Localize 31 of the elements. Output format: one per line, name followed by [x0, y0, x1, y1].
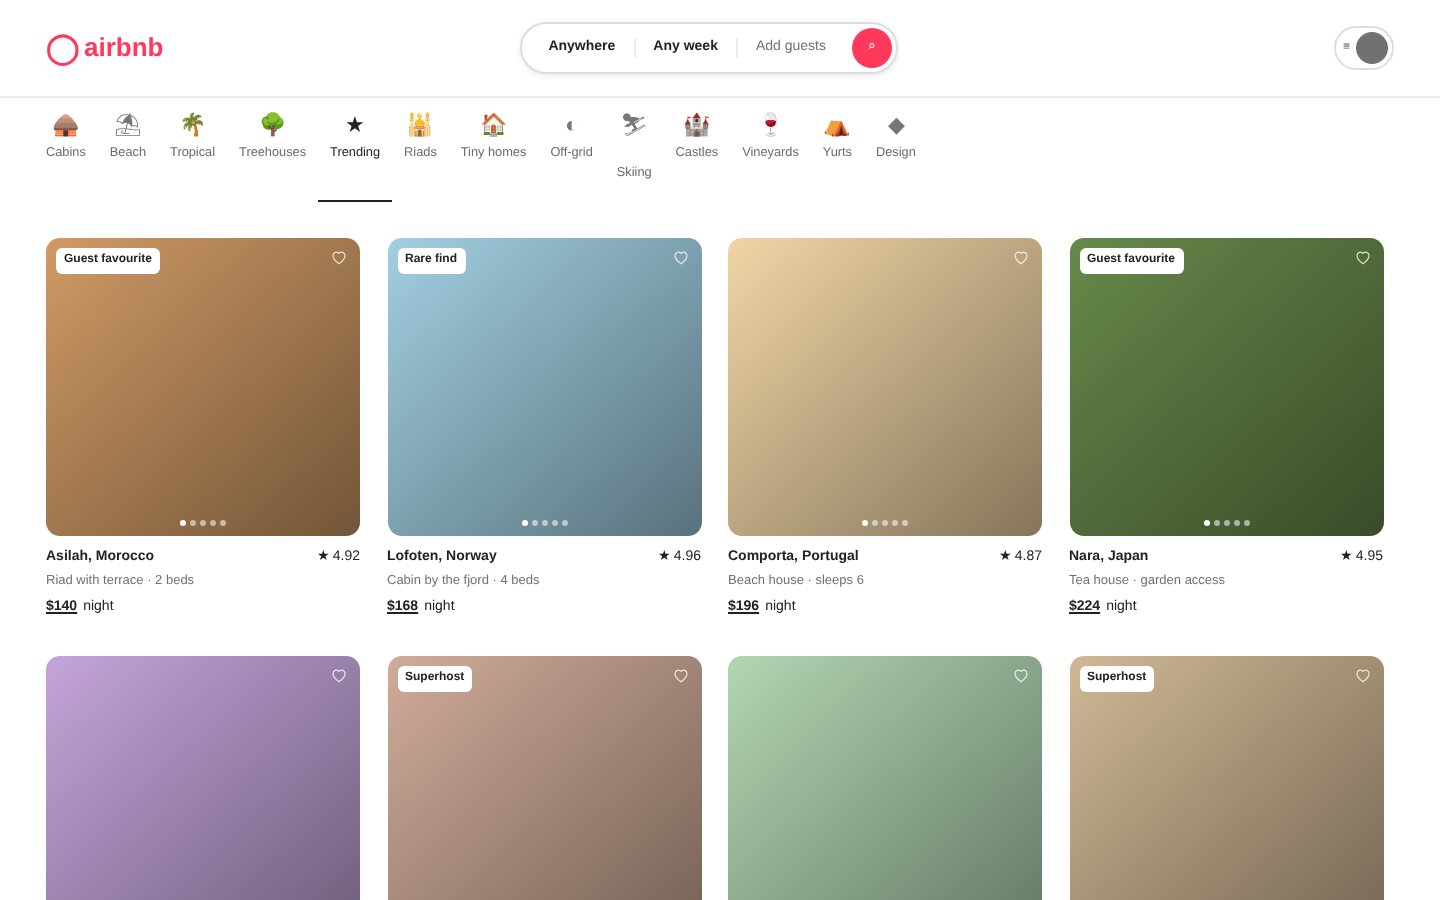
heart-icon[interactable]: [1353, 665, 1371, 684]
avatar-icon: [1355, 32, 1388, 64]
logo-text[interactable]: airbnb: [84, 28, 164, 68]
carousel-dot[interactable]: [892, 520, 898, 526]
carousel-dot[interactable]: [561, 520, 567, 526]
carousel-dot[interactable]: [551, 520, 557, 526]
heart-icon[interactable]: [1353, 248, 1371, 266]
carousel-dot[interactable]: [862, 520, 868, 526]
carousel-dot[interactable]: [541, 520, 547, 526]
carousel-dot[interactable]: [902, 520, 908, 526]
carousel-dot[interactable]: [521, 520, 527, 526]
carousel-dot[interactable]: [531, 520, 537, 526]
carousel-dot[interactable]: [1213, 520, 1219, 526]
carousel-dot[interactable]: [180, 520, 186, 526]
carousel-dot[interactable]: [200, 520, 206, 526]
heart-icon[interactable]: [671, 248, 689, 266]
logo-icon[interactable]: ◯: [46, 33, 80, 63]
carousel-dot[interactable]: [210, 520, 216, 526]
carousel-dot[interactable]: [872, 520, 878, 526]
heart-icon[interactable]: [671, 665, 689, 684]
carousel-dot[interactable]: [1203, 520, 1209, 526]
carousel-dot[interactable]: [1243, 520, 1249, 526]
heart-icon[interactable]: [1012, 665, 1030, 684]
carousel-dot[interactable]: [1223, 520, 1229, 526]
carousel-dot[interactable]: [1233, 520, 1239, 526]
heart-icon[interactable]: [330, 248, 348, 266]
carousel-dot[interactable]: [882, 520, 888, 526]
heart-icon[interactable]: [330, 665, 348, 684]
carousel-dot[interactable]: [220, 520, 226, 526]
heart-icon[interactable]: [1012, 248, 1030, 266]
carousel-dot[interactable]: [190, 520, 196, 526]
